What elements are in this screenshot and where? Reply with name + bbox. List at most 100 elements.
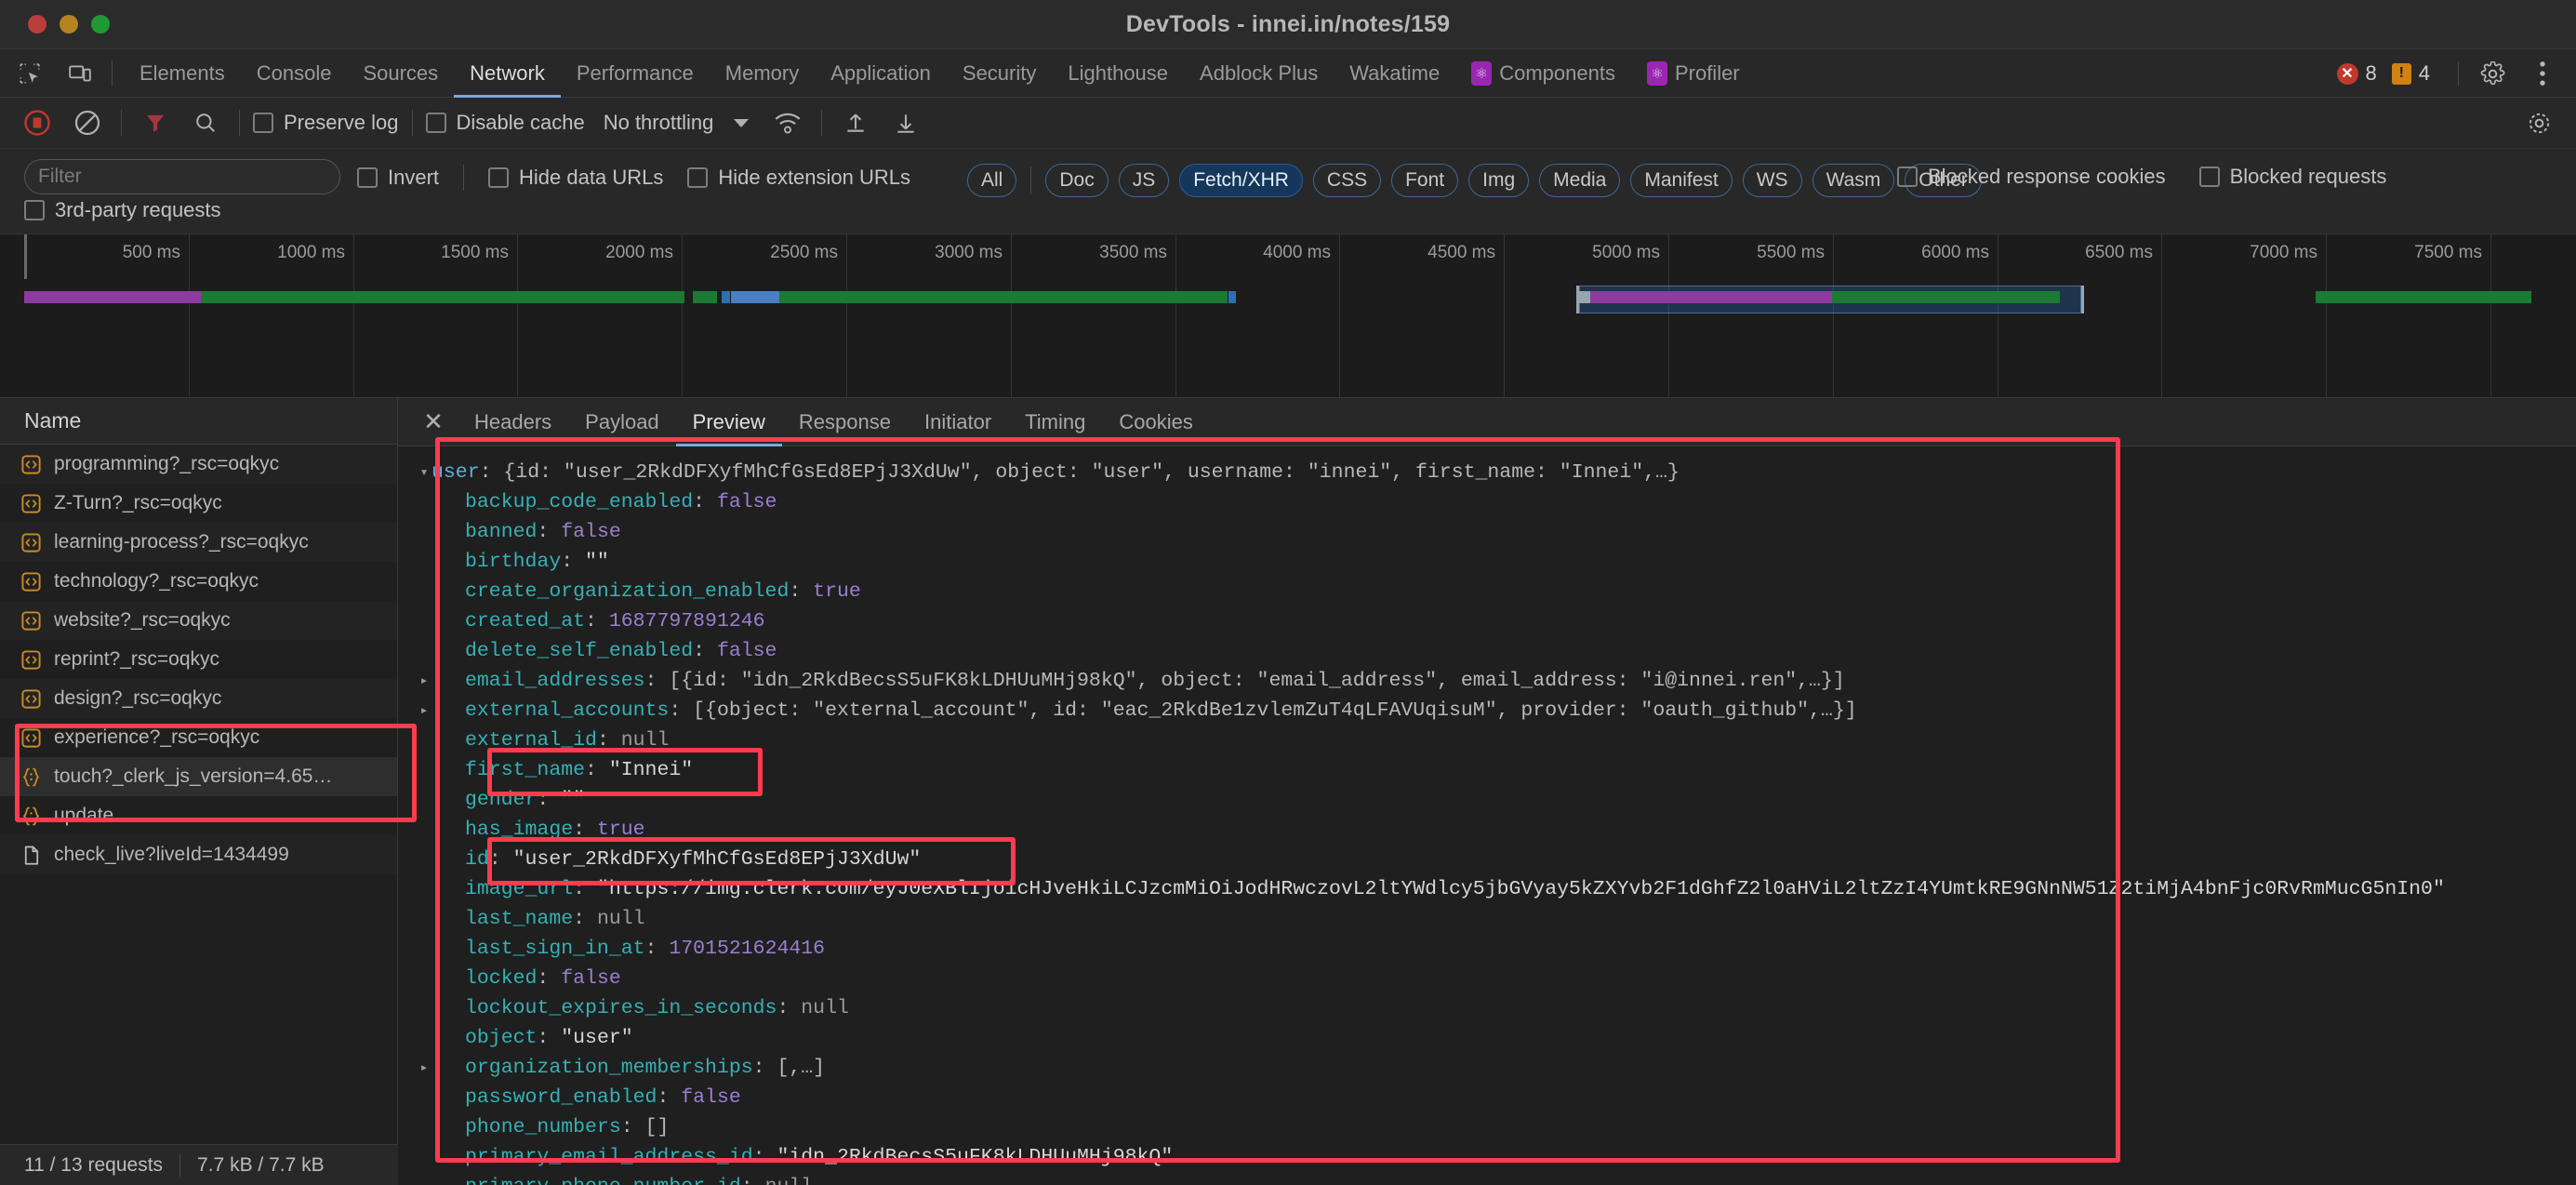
json-line[interactable]: primary_email_address_id: "idn_2RkdBecsS… [417, 1142, 2576, 1172]
tab-network[interactable]: Network [454, 49, 561, 98]
inspect-element-icon[interactable] [9, 53, 50, 94]
tab-security[interactable]: Security [947, 49, 1052, 98]
more-vertical-icon[interactable] [2522, 53, 2563, 94]
json-line[interactable]: created_at: 1687797891246 [417, 606, 2576, 636]
json-line[interactable]: ▸ external_accounts: [{object: "external_… [417, 696, 2576, 726]
request-row[interactable]: technology?_rsc=oqkyc [0, 562, 397, 601]
error-counter[interactable]: ✕ 8 [2336, 61, 2377, 86]
expand-arrow-down-icon[interactable]: ▾ [417, 459, 432, 488]
json-line[interactable]: object: "user" [417, 1023, 2576, 1053]
request-row[interactable]: touch?_clerk_js_version=4.65… [0, 757, 397, 796]
disable-cache-checkbox[interactable]: Disable cache [425, 111, 585, 135]
import-har-icon[interactable] [835, 102, 876, 143]
filter-input[interactable] [24, 159, 340, 194]
tab-application[interactable]: Application [815, 49, 947, 98]
detail-tab-initiator[interactable]: Initiator [908, 398, 1008, 446]
detail-tab-timing[interactable]: Timing [1008, 398, 1102, 446]
blocked-requests-checkbox[interactable]: Blocked requests [2198, 165, 2386, 189]
hide-data-urls-checkbox[interactable]: Hide data URLs [488, 166, 663, 190]
tab-wakatime[interactable]: Wakatime [1334, 49, 1455, 98]
json-line[interactable]: password_enabled: false [417, 1083, 2576, 1112]
type-filter-font[interactable]: Font [1391, 164, 1459, 197]
json-line[interactable]: image_url: "https://img.clerk.com/eyJ0eX… [417, 874, 2576, 904]
json-line[interactable]: birthday: "" [417, 547, 2576, 577]
tab-console[interactable]: Console [241, 49, 348, 98]
request-row[interactable]: programming?_rsc=oqkyc [0, 445, 397, 484]
close-icon[interactable]: ✕ [413, 402, 454, 443]
device-toolbar-icon[interactable] [60, 53, 100, 94]
request-row[interactable]: learning-process?_rsc=oqkyc [0, 523, 397, 562]
json-line[interactable]: gender: "" [417, 785, 2576, 815]
json-separator: : [752, 1057, 777, 1079]
tab-adblock-plus[interactable]: Adblock Plus [1184, 49, 1334, 98]
json-line[interactable]: has_image: true [417, 815, 2576, 845]
request-row[interactable]: update [0, 796, 397, 835]
type-filter-fetch-xhr[interactable]: Fetch/XHR [1179, 164, 1303, 197]
third-party-requests-checkbox[interactable]: 3rd-party requests [24, 198, 221, 222]
detail-tab-cookies[interactable]: Cookies [1102, 398, 1209, 446]
clear-icon[interactable] [67, 102, 108, 143]
tab-components[interactable]: ⚛ Components [1455, 49, 1631, 98]
request-row[interactable]: check_live?liveId=1434499 [0, 835, 397, 874]
tab-performance[interactable]: Performance [561, 49, 710, 98]
json-line[interactable]: last_name: null [417, 904, 2576, 934]
type-filter-ws[interactable]: WS [1742, 164, 1802, 197]
request-row[interactable]: experience?_rsc=oqkyc [0, 718, 397, 757]
type-filter-media[interactable]: Media [1539, 164, 1621, 197]
json-line[interactable]: ▸ organization_memberships: [,…] [417, 1053, 2576, 1083]
request-list-header[interactable]: Name [0, 398, 397, 445]
json-line[interactable]: backup_code_enabled: false [417, 487, 2576, 517]
detail-tab-payload[interactable]: Payload [568, 398, 676, 446]
detail-tab-headers[interactable]: Headers [458, 398, 568, 446]
tab-elements[interactable]: Elements [124, 49, 241, 98]
type-filter-wasm[interactable]: Wasm [1812, 164, 1895, 197]
json-preview-viewer[interactable]: ▾ user: {id: "user_2RkdDFXyfMhCfGsEd8EPjJ… [398, 446, 2576, 1185]
json-line[interactable]: external_id: null [417, 726, 2576, 755]
json-line[interactable]: phone_numbers: [] [417, 1112, 2576, 1142]
json-line[interactable]: ▸ email_addresses: [{id: "idn_2RkdBecsS5u… [417, 666, 2576, 696]
throttling-select[interactable]: No throttling [604, 111, 750, 135]
type-filter-manifest[interactable]: Manifest [1630, 164, 1733, 197]
json-line[interactable]: id: "user_2RkdDFXyfMhCfGsEd8EPjJ3XdUw" [417, 845, 2576, 874]
settings-gear-icon[interactable] [2518, 103, 2559, 144]
tab-sources[interactable]: Sources [347, 49, 454, 98]
request-row[interactable]: design?_rsc=oqkyc [0, 679, 397, 718]
funnel-icon[interactable] [135, 102, 176, 143]
expand-arrow-right-icon[interactable]: ▸ [417, 667, 432, 697]
type-filter-css[interactable]: CSS [1312, 164, 1382, 197]
type-filter-js[interactable]: JS [1118, 164, 1170, 197]
tab-profiler[interactable]: ⚛ Profiler [1631, 49, 1756, 98]
request-row[interactable]: Z-Turn?_rsc=oqkyc [0, 484, 397, 523]
json-line[interactable]: first_name: "Innei" [417, 755, 2576, 785]
json-line[interactable]: delete_self_enabled: false [417, 636, 2576, 666]
warning-counter[interactable]: ! 4 [2391, 61, 2430, 86]
json-line[interactable]: last_sign_in_at: 1701521624416 [417, 934, 2576, 964]
tab-lighthouse[interactable]: Lighthouse [1052, 49, 1184, 98]
export-har-icon[interactable] [885, 102, 926, 143]
request-row[interactable]: reprint?_rsc=oqkyc [0, 640, 397, 679]
type-filter-all[interactable]: All [967, 164, 1017, 197]
expand-arrow-right-icon[interactable]: ▸ [417, 697, 432, 726]
blocked-response-cookies-checkbox[interactable]: Blocked response cookies [1897, 165, 2166, 189]
network-conditions-icon[interactable] [767, 102, 808, 143]
expand-arrow-right-icon[interactable]: ▸ [417, 1054, 432, 1084]
network-overview-timeline[interactable]: 500 ms 1000 ms 1500 ms 2000 ms 2500 ms 3000 m… [0, 234, 2576, 398]
json-line[interactable]: create_organization_enabled: true [417, 577, 2576, 606]
request-row[interactable]: website?_rsc=oqkyc [0, 601, 397, 640]
detail-tab-response[interactable]: Response [782, 398, 908, 446]
json-line[interactable]: ▾ user: {id: "user_2RkdDFXyfMhCfGsEd8EPjJ… [417, 458, 2576, 487]
search-icon[interactable] [185, 102, 226, 143]
hide-extension-urls-checkbox[interactable]: Hide extension URLs [687, 166, 910, 190]
type-filter-doc[interactable]: Doc [1045, 164, 1109, 197]
json-line[interactable]: banned: false [417, 517, 2576, 547]
json-line[interactable]: primary_phone_number_id: null [417, 1172, 2576, 1185]
preserve-log-checkbox[interactable]: Preserve log [253, 111, 399, 135]
json-line[interactable]: locked: false [417, 964, 2576, 993]
tab-memory[interactable]: Memory [710, 49, 815, 98]
type-filter-img[interactable]: Img [1468, 164, 1530, 197]
invert-checkbox[interactable]: Invert [357, 166, 439, 190]
detail-tab-preview[interactable]: Preview [676, 398, 782, 446]
gear-icon[interactable] [2472, 53, 2513, 94]
json-line[interactable]: lockout_expires_in_seconds: null [417, 993, 2576, 1023]
record-stop-icon[interactable] [17, 102, 58, 143]
